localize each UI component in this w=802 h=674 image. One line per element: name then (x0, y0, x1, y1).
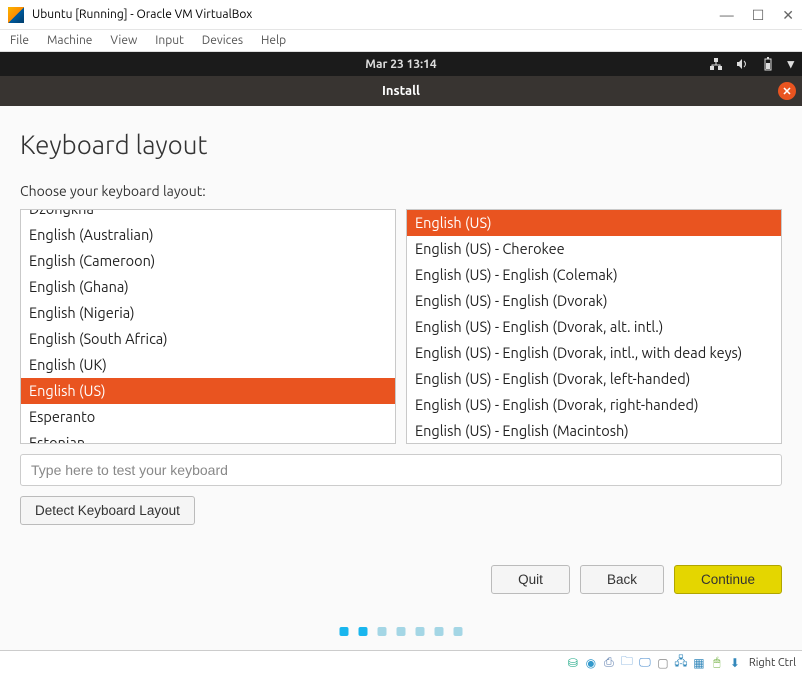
host-key-label: Right Ctrl (749, 657, 796, 669)
variant-item[interactable]: English (US) - English (Dvorak, intl., w… (407, 340, 781, 366)
progress-dot (454, 627, 463, 636)
shared-folder-icon[interactable]: 🗀 (619, 655, 635, 671)
menu-help[interactable]: Help (261, 34, 286, 47)
virtualbox-logo-icon (8, 7, 24, 23)
variant-item[interactable]: English (US) - English (Dvorak, alt. int… (407, 314, 781, 340)
installer-close-button[interactable]: ✕ (778, 82, 796, 100)
menu-file[interactable]: File (10, 34, 29, 47)
back-button[interactable]: Back (580, 565, 664, 594)
variant-item[interactable]: English (US) (407, 210, 781, 236)
optical-icon[interactable]: ◉ (583, 655, 599, 671)
volume-icon[interactable] (735, 57, 749, 71)
usb-icon[interactable]: ⎙ (601, 655, 617, 671)
installer-body: Keyboard layout Choose your keyboard lay… (0, 106, 802, 650)
variant-listbox[interactable]: English (US)English (US) - CherokeeEngli… (406, 209, 782, 444)
language-item[interactable]: English (Australian) (21, 222, 395, 248)
ubuntu-top-bar: Mar 23 13:14 ▾ (0, 52, 802, 76)
hdd-icon[interactable]: ⛁ (565, 655, 581, 671)
continue-button[interactable]: Continue (674, 565, 782, 594)
progress-dot (340, 627, 349, 636)
language-item[interactable]: English (South Africa) (21, 326, 395, 352)
variant-item[interactable]: English (US) - English (Dvorak) (407, 288, 781, 314)
virtualbox-statusbar: ⛁ ◉ ⎙ 🗀 🖵 ▢ 🖧 ▦ 🖱 ⬇ Right Ctrl (0, 650, 802, 674)
progress-dot (416, 627, 425, 636)
keyboard-test-input[interactable] (20, 454, 782, 486)
virtualbox-menu-bar: File Machine View Input Devices Help (0, 30, 802, 52)
language-item[interactable]: English (US) (21, 378, 395, 404)
network-icon[interactable] (709, 57, 723, 71)
network-status-icon[interactable]: 🖧 (673, 655, 689, 671)
language-item[interactable]: Dzongkha (21, 209, 395, 222)
chevron-down-icon[interactable]: ▾ (787, 57, 794, 72)
maximize-icon[interactable]: ☐ (752, 8, 765, 22)
keyboard-capture-icon[interactable]: ⬇ (727, 655, 743, 671)
recording-icon[interactable]: ▢ (655, 655, 671, 671)
progress-dot (397, 627, 406, 636)
action-buttons: Quit Back Continue (491, 565, 782, 594)
minimize-icon[interactable]: — (720, 8, 734, 22)
page-heading: Keyboard layout (20, 130, 782, 159)
progress-dot (359, 627, 368, 636)
language-item[interactable]: English (Nigeria) (21, 300, 395, 326)
installer-title: Install (382, 84, 420, 98)
window-controls: — ☐ ✕ (720, 8, 794, 22)
system-tray[interactable]: ▾ (709, 57, 794, 72)
menu-view[interactable]: View (110, 34, 137, 47)
progress-indicator (340, 627, 463, 636)
virtualbox-titlebar: Ubuntu [Running] - Oracle VM VirtualBox … (0, 0, 802, 30)
installer-titlebar: Install ✕ (0, 76, 802, 106)
menu-input[interactable]: Input (155, 34, 184, 47)
variant-item[interactable]: English (US) - English (Macintosh) (407, 418, 781, 444)
quit-button[interactable]: Quit (491, 565, 570, 594)
display-icon[interactable]: 🖵 (637, 655, 653, 671)
mouse-integration-icon[interactable]: 🖱 (709, 655, 725, 671)
layout-columns: DzongkhaEnglish (Australian)English (Cam… (20, 209, 782, 444)
language-item[interactable]: English (UK) (21, 352, 395, 378)
language-item[interactable]: English (Ghana) (21, 274, 395, 300)
language-item[interactable]: Esperanto (21, 404, 395, 430)
language-listbox[interactable]: DzongkhaEnglish (Australian)English (Cam… (20, 209, 396, 444)
detect-layout-button[interactable]: Detect Keyboard Layout (20, 496, 195, 525)
cpu-icon[interactable]: ▦ (691, 655, 707, 671)
variant-item[interactable]: English (US) - English (Colemak) (407, 262, 781, 288)
variant-item[interactable]: English (US) - English (Dvorak, right-ha… (407, 392, 781, 418)
variant-item[interactable]: English (US) - English (Dvorak, left-han… (407, 366, 781, 392)
language-item[interactable]: English (Cameroon) (21, 248, 395, 274)
instruction-label: Choose your keyboard layout: (20, 183, 782, 199)
menu-machine[interactable]: Machine (47, 34, 92, 47)
close-icon[interactable]: ✕ (782, 8, 794, 22)
language-item[interactable]: Estonian (21, 430, 395, 444)
datetime-label[interactable]: Mar 23 13:14 (365, 58, 436, 71)
variant-item[interactable]: English (US) - Cherokee (407, 236, 781, 262)
progress-dot (378, 627, 387, 636)
battery-icon[interactable] (761, 57, 775, 71)
window-title: Ubuntu [Running] - Oracle VM VirtualBox (32, 8, 720, 21)
progress-dot (435, 627, 444, 636)
menu-devices[interactable]: Devices (202, 34, 243, 47)
